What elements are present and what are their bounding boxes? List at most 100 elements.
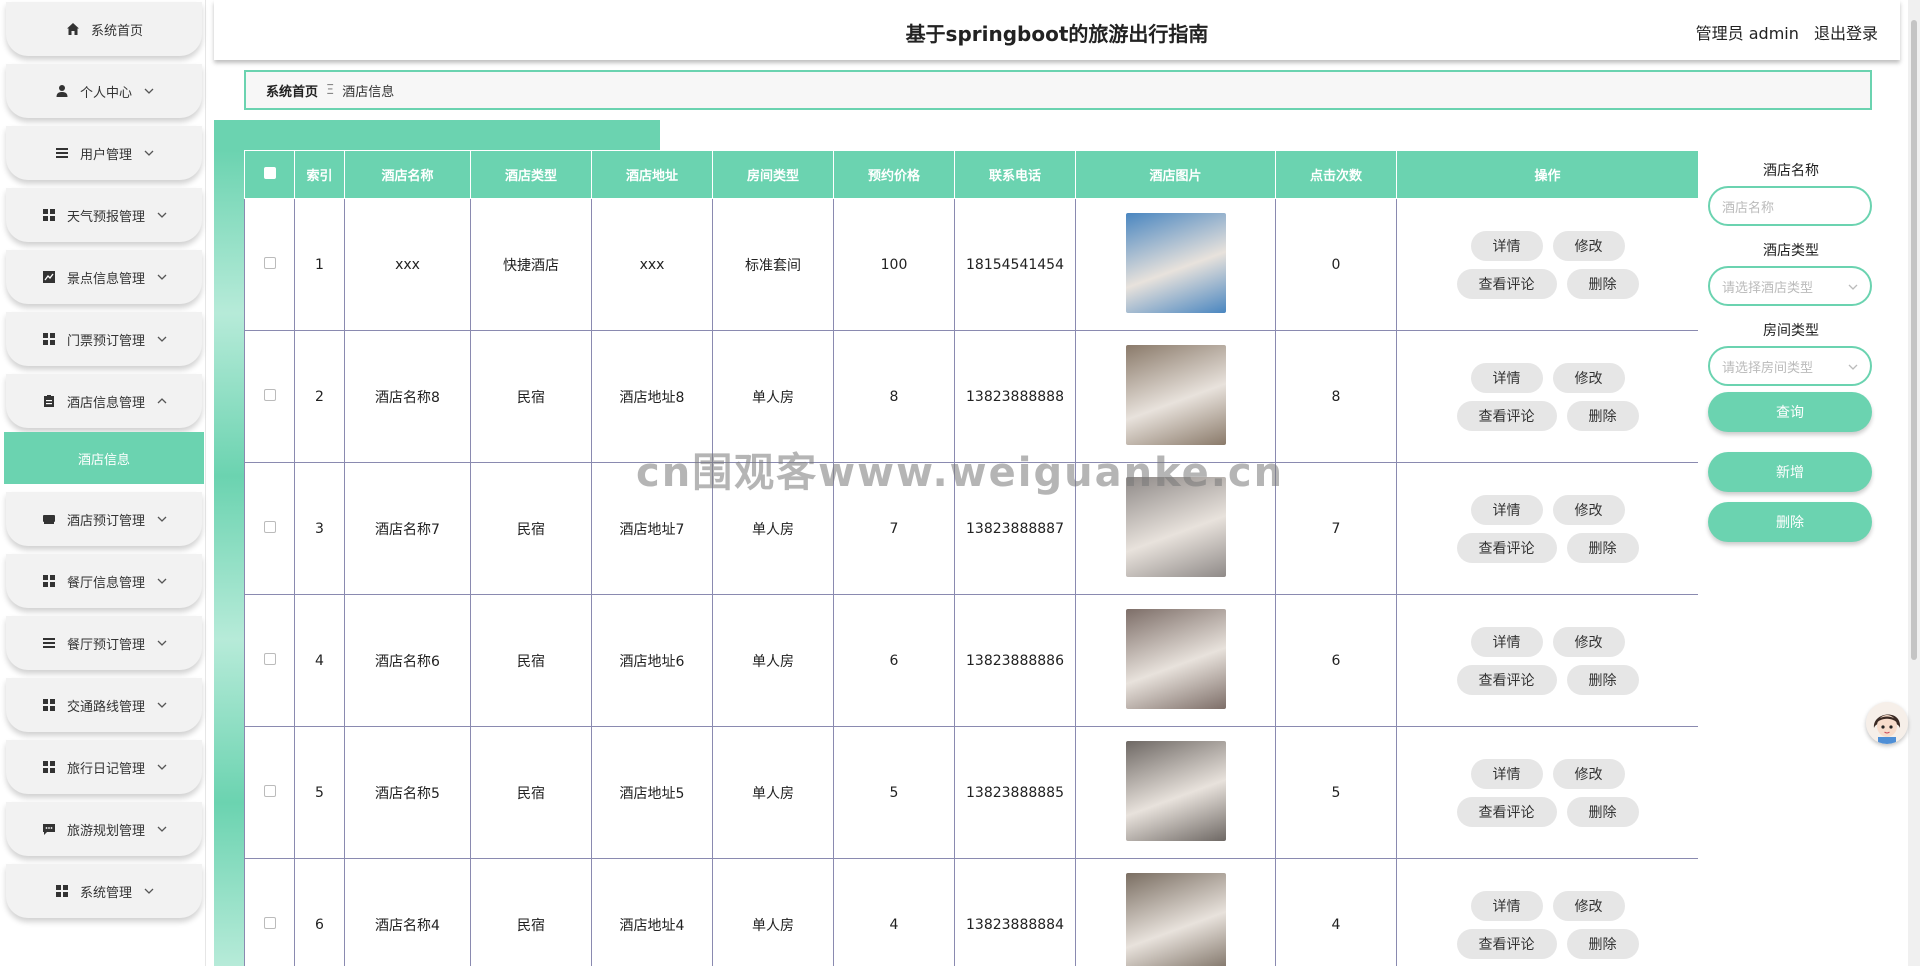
batch-delete-button[interactable]: 删除 — [1708, 502, 1872, 542]
row-checkbox[interactable] — [263, 520, 276, 533]
detail-button[interactable]: 详情 — [1470, 230, 1543, 261]
assistant-avatar[interactable] — [1866, 702, 1908, 744]
sidebar-item-travel-plan[interactable]: 旅游规划管理 — [6, 802, 202, 856]
detail-button[interactable]: 详情 — [1470, 362, 1543, 393]
column-header: 联系电话 — [954, 150, 1076, 199]
cell-image — [1075, 198, 1276, 331]
hotel-name-input[interactable]: 酒店名称 — [1708, 186, 1872, 226]
sidebar-item-label: 个人中心 — [79, 85, 132, 101]
delete-button[interactable]: 删除 — [1566, 532, 1639, 563]
cell-clicks: 7 — [1275, 462, 1397, 595]
cell-address: 酒店地址8 — [591, 330, 713, 463]
hotel-table-container: 索引 酒店名称 酒店类型 酒店地址 房间类型 预约价格 联系电话 酒店图片 点击… — [244, 150, 1698, 966]
sidebar-item-system[interactable]: 系统管理 — [6, 864, 202, 918]
cell-image — [1075, 858, 1276, 966]
query-button[interactable]: 查询 — [1708, 392, 1872, 432]
sidebar-item-tickets[interactable]: 门票预订管理 — [6, 312, 202, 366]
row-checkbox[interactable] — [263, 916, 276, 929]
cell-index: 1 — [294, 198, 345, 331]
hotel-image[interactable] — [1125, 476, 1226, 577]
user-area: 管理员 admin 退出登录 — [1686, 20, 1878, 44]
cell-image — [1075, 594, 1276, 727]
row-checkbox[interactable] — [263, 652, 276, 665]
column-header: 酒店名称 — [344, 150, 471, 199]
edit-button[interactable]: 修改 — [1552, 626, 1625, 657]
cell-actions: 详情 修改 查看评论 删除 — [1396, 726, 1698, 859]
cell-actions: 详情 修改 查看评论 删除 — [1396, 198, 1698, 331]
sidebar-item-hotel-booking[interactable]: 酒店预订管理 — [6, 492, 202, 546]
decorative-band — [214, 150, 244, 966]
edit-button[interactable]: 修改 — [1552, 230, 1625, 261]
sidebar-item-transport[interactable]: 交通路线管理 — [6, 678, 202, 732]
view-comments-button[interactable]: 查看评论 — [1456, 796, 1557, 827]
view-comments-button[interactable]: 查看评论 — [1456, 664, 1557, 695]
row-checkbox[interactable] — [263, 784, 276, 797]
sidebar-item-home[interactable]: 系统首页 — [6, 2, 202, 56]
detail-button[interactable]: 详情 — [1470, 758, 1543, 789]
cell-address: 酒店地址5 — [591, 726, 713, 859]
detail-button[interactable]: 详情 — [1470, 626, 1543, 657]
hotel-image[interactable] — [1125, 608, 1226, 709]
cell-address: xxx — [591, 198, 713, 331]
edit-button[interactable]: 修改 — [1552, 362, 1625, 393]
table-row: 6 酒店名称4 民宿 酒店地址4 单人房 4 13823888884 4 详情 … — [244, 858, 1698, 966]
breadcrumb: 系统首页 Ξ 酒店信息 — [244, 70, 1872, 110]
detail-button[interactable]: 详情 — [1470, 890, 1543, 921]
delete-button[interactable]: 删除 — [1566, 796, 1639, 827]
view-comments-button[interactable]: 查看评论 — [1456, 532, 1557, 563]
delete-button[interactable]: 删除 — [1566, 928, 1639, 959]
delete-button[interactable]: 删除 — [1566, 664, 1639, 695]
row-checkbox[interactable] — [263, 256, 276, 269]
list-icon — [41, 635, 57, 651]
cell-actions: 详情 修改 查看评论 删除 — [1396, 462, 1698, 595]
grid-icon — [41, 573, 57, 589]
edit-button[interactable]: 修改 — [1552, 758, 1625, 789]
view-comments-button[interactable]: 查看评论 — [1456, 400, 1557, 431]
hotel-name-placeholder: 酒店名称 — [1722, 200, 1775, 216]
page-scrollbar[interactable] — [1908, 0, 1920, 966]
chevron-down-icon — [157, 514, 167, 524]
room-type-select[interactable]: 请选择房间类型 — [1708, 346, 1872, 386]
add-button[interactable]: 新增 — [1708, 452, 1872, 492]
sidebar-subitem-hotel-info[interactable]: 酒店信息 — [4, 432, 204, 484]
sidebar-item-label: 系统管理 — [79, 885, 132, 901]
edit-button[interactable]: 修改 — [1552, 494, 1625, 525]
sidebar-item-scenic-spots[interactable]: 景点信息管理 — [6, 250, 202, 304]
hotel-image[interactable] — [1125, 344, 1226, 445]
sidebar-item-restaurant-info[interactable]: 餐厅信息管理 — [6, 554, 202, 608]
select-all-cell[interactable] — [244, 150, 295, 199]
detail-button[interactable]: 详情 — [1470, 494, 1543, 525]
cell-name: 酒店名称8 — [344, 330, 471, 463]
delete-button[interactable]: 删除 — [1566, 268, 1639, 299]
sidebar-item-restaurant-booking[interactable]: 餐厅预订管理 — [6, 616, 202, 670]
cell-name: 酒店名称5 — [344, 726, 471, 859]
hotel-image[interactable] — [1125, 740, 1226, 841]
cell-clicks: 5 — [1275, 726, 1397, 859]
view-comments-button[interactable]: 查看评论 — [1456, 928, 1557, 959]
scrollbar-thumb[interactable] — [1911, 20, 1917, 660]
breadcrumb-separator: Ξ — [326, 82, 335, 98]
sidebar-item-user-management[interactable]: 用户管理 — [6, 126, 202, 180]
column-header: 操作 — [1396, 150, 1698, 199]
cell-phone: 13823888884 — [954, 858, 1076, 966]
row-checkbox[interactable] — [263, 388, 276, 401]
hotel-image[interactable] — [1125, 212, 1226, 313]
cell-name: 酒店名称6 — [344, 594, 471, 727]
sidebar-item-travel-diary[interactable]: 旅行日记管理 — [6, 740, 202, 794]
sidebar-subitem-label: 酒店信息 — [77, 452, 130, 468]
hotel-image[interactable] — [1125, 872, 1226, 966]
breadcrumb-home[interactable]: 系统首页 — [266, 81, 318, 100]
logout-link[interactable]: 退出登录 — [1814, 24, 1878, 43]
column-header: 点击次数 — [1275, 150, 1397, 199]
edit-button[interactable]: 修改 — [1552, 890, 1625, 921]
sidebar-item-personal-center[interactable]: 个人中心 — [6, 64, 202, 118]
sidebar-item-weather[interactable]: 天气预报管理 — [6, 188, 202, 242]
view-comments-button[interactable]: 查看评论 — [1456, 268, 1557, 299]
cell-name: xxx — [344, 198, 471, 331]
sidebar-item-hotel-info[interactable]: 酒店信息管理 — [6, 374, 202, 428]
hotel-type-select[interactable]: 请选择酒店类型 — [1708, 266, 1872, 306]
cell-clicks: 6 — [1275, 594, 1397, 727]
hotel-type-label: 酒店类型 — [1763, 243, 1819, 259]
select-all-checkbox[interactable] — [263, 166, 276, 179]
delete-button[interactable]: 删除 — [1566, 400, 1639, 431]
